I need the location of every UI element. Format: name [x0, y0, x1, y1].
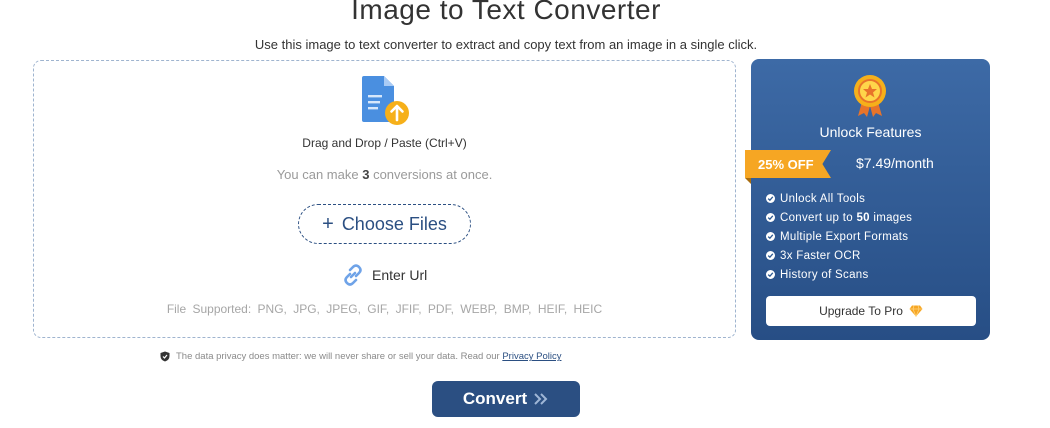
upgrade-to-pro-button[interactable]: Upgrade To Pro — [766, 296, 976, 326]
features-list: Unlock All Tools Convert up to 50 images… — [766, 189, 912, 284]
convert-button[interactable]: Convert — [432, 381, 580, 417]
feature-item: Unlock All Tools — [766, 189, 912, 208]
medal-icon — [854, 75, 886, 117]
upgrade-label: Upgrade To Pro — [819, 304, 903, 318]
privacy-policy-link[interactable]: Privacy Policy — [502, 351, 561, 362]
choose-files-label: Choose Files — [341, 213, 447, 234]
conversions-limit-text: You can make 3 conversions at once. — [276, 167, 493, 182]
convert-label: Convert — [462, 389, 528, 408]
plus-icon: + — [322, 213, 334, 235]
choose-files-button[interactable]: + Choose Files — [298, 204, 471, 244]
page-subtitle: Use this image to text converter to extr… — [254, 37, 758, 52]
feature-item: Convert up to 50 images — [766, 208, 912, 227]
drag-drop-text: Drag and Drop / Paste (Ctrl+V) — [302, 136, 467, 150]
privacy-note: The data privacy does matter: we will ne… — [160, 351, 561, 362]
check-icon — [766, 270, 775, 279]
enter-url-link[interactable]: Enter Url — [342, 264, 427, 286]
unlock-features-title: Unlock Features — [819, 124, 922, 140]
diamond-icon — [909, 305, 923, 317]
check-icon — [766, 194, 775, 203]
file-upload-icon — [362, 76, 409, 125]
feature-item: Multiple Export Formats — [766, 227, 912, 246]
feature-item: History of Scans — [766, 265, 912, 284]
check-icon — [766, 251, 775, 260]
page-title: Image to Text Converter — [351, 0, 661, 25]
feature-item: 3x Faster OCR — [766, 246, 912, 265]
price-label: $7.49/month — [856, 155, 934, 171]
discount-badge: 25% OFF — [745, 150, 831, 178]
ribbon-fold — [745, 178, 751, 184]
check-icon — [766, 232, 775, 241]
link-icon — [344, 264, 362, 286]
double-chevron-right-icon — [534, 393, 548, 405]
shield-icon — [160, 351, 170, 362]
enter-url-label: Enter Url — [372, 267, 428, 283]
check-icon — [766, 213, 775, 222]
supported-formats: File Supported: PNG, JPG, JPEG, GIF, JFI… — [166, 302, 603, 316]
